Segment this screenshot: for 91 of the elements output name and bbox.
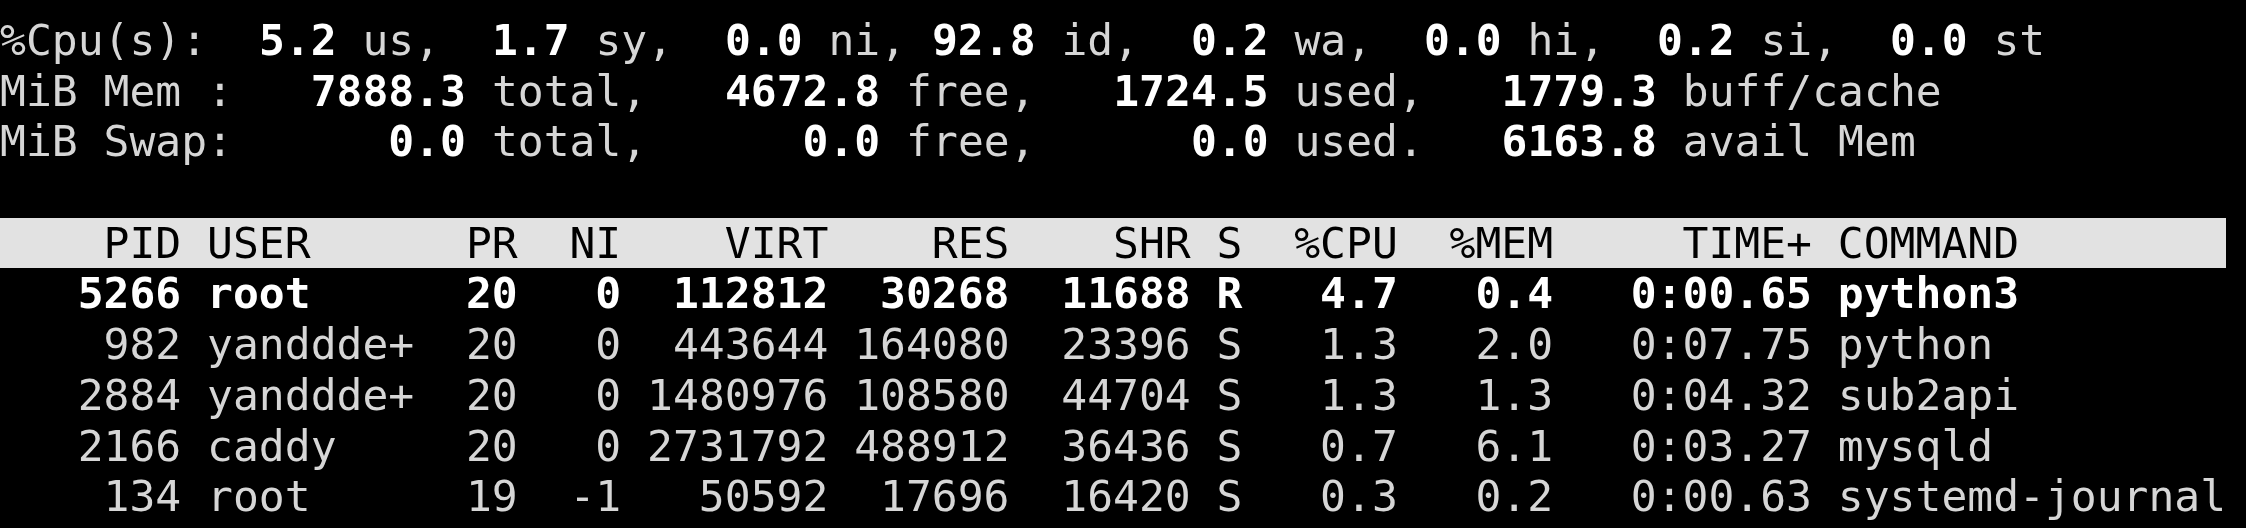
- stat-reading: 5.2 us,: [258, 15, 441, 66]
- stat-reading: 0.0 free,: [802, 116, 1036, 168]
- table-cell-text: 443644: [671, 319, 829, 370]
- table-cell: S: [1216, 471, 1243, 522]
- table-cell-text: 19: [464, 471, 518, 522]
- table-cell-text: 36436: [1060, 420, 1191, 472]
- stat-reading: 7888.3 total,: [310, 65, 648, 117]
- table-cell-text: 112812: [671, 268, 829, 320]
- table-cell-text: 2.0: [1474, 319, 1554, 370]
- table-cell-text: 0.7: [1319, 420, 1398, 472]
- table-cell-text: 0: [594, 319, 622, 370]
- table-cell: python: [1837, 319, 1994, 370]
- table-cell-text: -1: [568, 471, 622, 522]
- table-cell-text: 0.2: [1474, 471, 1554, 522]
- stat-reading: 0.0 hi,: [1423, 15, 1606, 66]
- table-cell-text: 20: [464, 369, 518, 421]
- table-cell: mysqld: [1837, 420, 1994, 472]
- table-cell: yanddde+: [207, 369, 415, 421]
- column-header: COMMAND: [1837, 217, 2020, 269]
- table-cell-text: 20: [464, 319, 518, 370]
- table-cell-text: 1.3: [1319, 369, 1398, 421]
- table-cell-text: 0:07.75: [1629, 319, 1812, 370]
- table-cell-text: 11688: [1060, 268, 1191, 320]
- table-cell: 488912: [854, 420, 1010, 472]
- table-cell-text: 0:03.27: [1629, 420, 1812, 472]
- column-header: S: [1216, 217, 1243, 269]
- stat-reading: 0.2 si,: [1656, 15, 1839, 66]
- table-cell-text: 0:04.32: [1629, 369, 1812, 421]
- table-cell: systemd-journal: [1837, 471, 2227, 522]
- table-cell-text: 50592: [697, 471, 829, 522]
- table-cell-text: 20: [464, 268, 518, 320]
- table-cell-text: root: [207, 268, 312, 320]
- column-header: PID: [102, 217, 182, 269]
- column-header: TIME+: [1681, 217, 1812, 269]
- table-cell: python3: [1837, 268, 2020, 320]
- stat-reading: 92.8 id,: [932, 15, 1140, 66]
- stat-reading: 0.0 st: [1889, 15, 2046, 66]
- table-cell-text: 0: [594, 369, 622, 421]
- table-cell: 1480976: [647, 369, 829, 421]
- table-cell-text: 30268: [879, 268, 1010, 320]
- table-cell-text: 16420: [1060, 471, 1191, 522]
- table-cell: S: [1216, 420, 1243, 472]
- table-cell: S: [1216, 369, 1243, 421]
- stat-reading: 0.0 ni,: [724, 15, 907, 66]
- table-cell-text: 0.4: [1474, 268, 1554, 320]
- table-cell: sub2api: [1837, 369, 2020, 421]
- table-cell-text: 20: [464, 420, 518, 472]
- stat-reading: 0.2 wa,: [1190, 15, 1373, 66]
- stat-reading: 1724.5 used,: [1113, 65, 1424, 117]
- table-cell-text: 1.3: [1474, 369, 1554, 421]
- column-header: VIRT: [723, 217, 829, 269]
- column-header: NI: [568, 217, 622, 269]
- column-header: SHR: [1112, 217, 1191, 269]
- stat-reading: 6163.8 avail Mem: [1501, 116, 1916, 168]
- table-cell-text: 0:00.65: [1629, 268, 1812, 320]
- stat-prefix: %Cpu(s):: [0, 15, 208, 66]
- table-cell-text: 2166: [76, 420, 182, 472]
- stat-prefix: MiB Swap:: [0, 116, 233, 168]
- column-header: RES: [930, 217, 1010, 269]
- table-cell: yanddde+: [207, 319, 415, 370]
- table-cell-text: 4.7: [1319, 268, 1398, 320]
- table-cell-text: 6.1: [1474, 420, 1554, 472]
- table-cell: S: [1216, 319, 1243, 370]
- table-cell-text: 17696: [879, 471, 1010, 522]
- table-cell: R: [1216, 268, 1243, 320]
- column-header: PR: [464, 217, 518, 269]
- stat-reading: 0.0 used.: [1190, 116, 1424, 168]
- stat-reading: 1779.3 buff/cache: [1501, 65, 1942, 117]
- table-cell: 2731792: [647, 420, 829, 472]
- column-header: %MEM: [1448, 217, 1554, 269]
- stat-reading: 0.0 total,: [388, 116, 648, 168]
- table-cell: 108580: [854, 369, 1010, 421]
- table-cell-text: 2884: [76, 369, 182, 421]
- column-header: USER: [207, 217, 312, 269]
- table-cell-text: 44704: [1060, 369, 1191, 421]
- table-cell-text: 0:00.63: [1629, 471, 1812, 522]
- table-cell-text: 982: [102, 319, 182, 370]
- stat-prefix: MiB Mem :: [0, 65, 233, 117]
- table-cell-text: 5266: [76, 268, 182, 320]
- stat-reading: 1.7 sy,: [491, 15, 674, 66]
- table-cell-text: 134: [102, 471, 182, 522]
- table-cell-text: 1.3: [1319, 319, 1398, 370]
- table-cell-text: 23396: [1060, 319, 1191, 370]
- table-cell-text: 0.3: [1319, 471, 1398, 522]
- table-cell-text: root: [207, 471, 312, 522]
- table-cell: 164080: [854, 319, 1010, 370]
- table-cell-text: 0: [594, 420, 622, 472]
- table-cell-text: 0: [594, 268, 622, 320]
- table-cell-text: caddy: [207, 420, 338, 472]
- column-header: %CPU: [1293, 217, 1398, 269]
- stat-reading: 4672.8 free,: [724, 65, 1036, 117]
